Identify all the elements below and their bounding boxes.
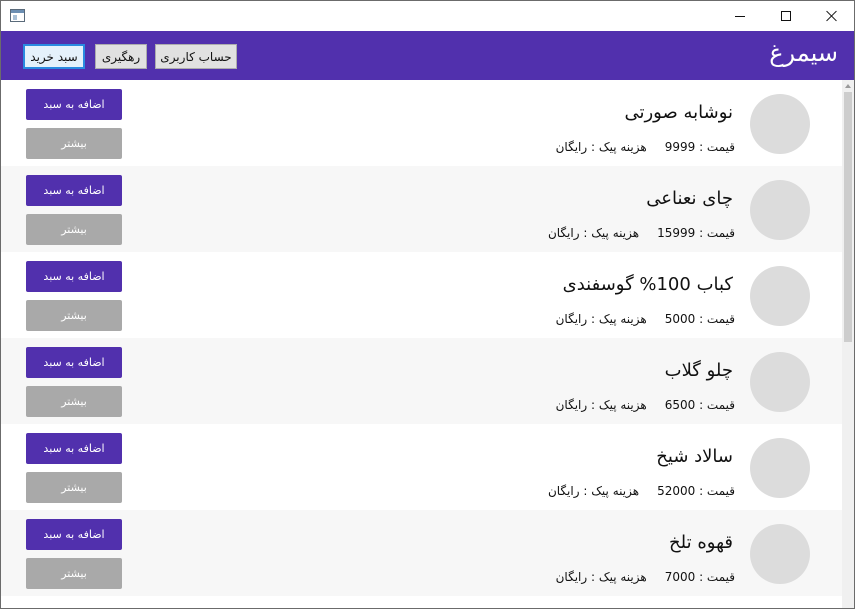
delivery-cost: هزینه پیک : رایگان: [547, 484, 640, 498]
cart-button[interactable]: سبد خرید: [23, 44, 85, 69]
add-to-cart-button[interactable]: اضافه به سبد: [26, 261, 122, 292]
product-row: نوشابه صورتی قیمت : 9999 هزینه پیک : رایگ…: [1, 80, 842, 166]
add-to-cart-button[interactable]: اضافه به سبد: [26, 433, 122, 464]
add-to-cart-button[interactable]: اضافه به سبد: [26, 175, 122, 206]
product-image: [750, 266, 810, 326]
product-meta: قیمت : 15999 هزینه پیک : رایگان: [548, 226, 735, 240]
product-row: قهوه تلخ قیمت : 7000 هزینه پیک : رایگان ا…: [1, 510, 842, 596]
product-price: قیمت : 15999: [657, 226, 735, 240]
product-row: چای نعناعی قیمت : 15999 هزینه پیک : رایگا…: [1, 166, 842, 252]
product-image: [750, 438, 810, 498]
brand-title: سیمرغ: [769, 39, 838, 67]
more-button[interactable]: بیشتر: [26, 472, 122, 503]
product-name: کباب 100% گوسفندی: [562, 274, 733, 295]
maximize-icon: [781, 11, 791, 21]
more-button[interactable]: بیشتر: [26, 214, 122, 245]
app-window: سیمرغ سبد خرید رهگیری حساب کاربری نوشابه…: [0, 0, 855, 609]
product-price: قیمت : 6500: [664, 398, 735, 412]
product-price: قیمت : 7000: [664, 570, 735, 584]
title-bar: [1, 1, 854, 31]
more-button[interactable]: بیشتر: [26, 128, 122, 159]
minimize-button[interactable]: [717, 1, 763, 31]
product-image: [750, 352, 810, 412]
product-image: [750, 524, 810, 584]
product-row: سالاد شیخ قیمت : 52000 هزینه پیک : رایگان…: [1, 424, 842, 510]
product-name: قهوه تلخ: [669, 532, 733, 553]
product-meta: قیمت : 7000 هزینه پیک : رایگان: [556, 570, 735, 584]
tracking-button[interactable]: رهگیری: [95, 44, 147, 69]
more-button[interactable]: بیشتر: [26, 558, 122, 589]
scroll-thumb[interactable]: [844, 92, 852, 342]
vertical-scrollbar[interactable]: [842, 80, 854, 608]
add-to-cart-button[interactable]: اضافه به سبد: [26, 89, 122, 120]
product-price: قیمت : 9999: [664, 140, 735, 154]
product-row: چلو گلاب قیمت : 6500 هزینه پیک : رایگان ا…: [1, 338, 842, 424]
delivery-cost: هزینه پیک : رایگان: [555, 570, 647, 584]
product-meta: قیمت : 6500 هزینه پیک : رایگان: [556, 398, 735, 412]
maximize-button[interactable]: [763, 1, 809, 31]
delivery-cost: هزینه پیک : رایگان: [555, 140, 647, 154]
app-header: سیمرغ سبد خرید رهگیری حساب کاربری: [1, 31, 854, 80]
account-button[interactable]: حساب کاربری: [155, 44, 237, 69]
product-price: قیمت : 52000: [657, 484, 735, 498]
product-list: نوشابه صورتی قیمت : 9999 هزینه پیک : رایگ…: [1, 80, 842, 608]
product-name: چای نعناعی: [646, 188, 733, 209]
product-meta: قیمت : 5000 هزینه پیک : رایگان: [556, 312, 735, 326]
product-meta: قیمت : 9999 هزینه پیک : رایگان: [556, 140, 735, 154]
product-row: کباب 100% گوسفندی قیمت : 5000 هزینه پیک :…: [1, 252, 842, 338]
product-name: نوشابه صورتی: [624, 102, 733, 123]
minimize-icon: [735, 15, 745, 17]
close-button[interactable]: [809, 1, 854, 31]
scroll-up-arrow-icon[interactable]: [845, 84, 851, 88]
close-icon: [826, 10, 838, 22]
product-name: چلو گلاب: [664, 360, 733, 381]
product-meta: قیمت : 52000 هزینه پیک : رایگان: [548, 484, 735, 498]
product-image: [750, 180, 810, 240]
more-button[interactable]: بیشتر: [26, 386, 122, 417]
delivery-cost: هزینه پیک : رایگان: [555, 398, 647, 412]
product-name: سالاد شیخ: [656, 446, 733, 467]
add-to-cart-button[interactable]: اضافه به سبد: [26, 519, 122, 550]
delivery-cost: هزینه پیک : رایگان: [555, 312, 647, 326]
more-button[interactable]: بیشتر: [26, 300, 122, 331]
product-image: [750, 94, 810, 154]
add-to-cart-button[interactable]: اضافه به سبد: [26, 347, 122, 378]
delivery-cost: هزینه پیک : رایگان: [547, 226, 640, 240]
product-price: قیمت : 5000: [664, 312, 735, 326]
app-window-icon: [10, 9, 25, 22]
